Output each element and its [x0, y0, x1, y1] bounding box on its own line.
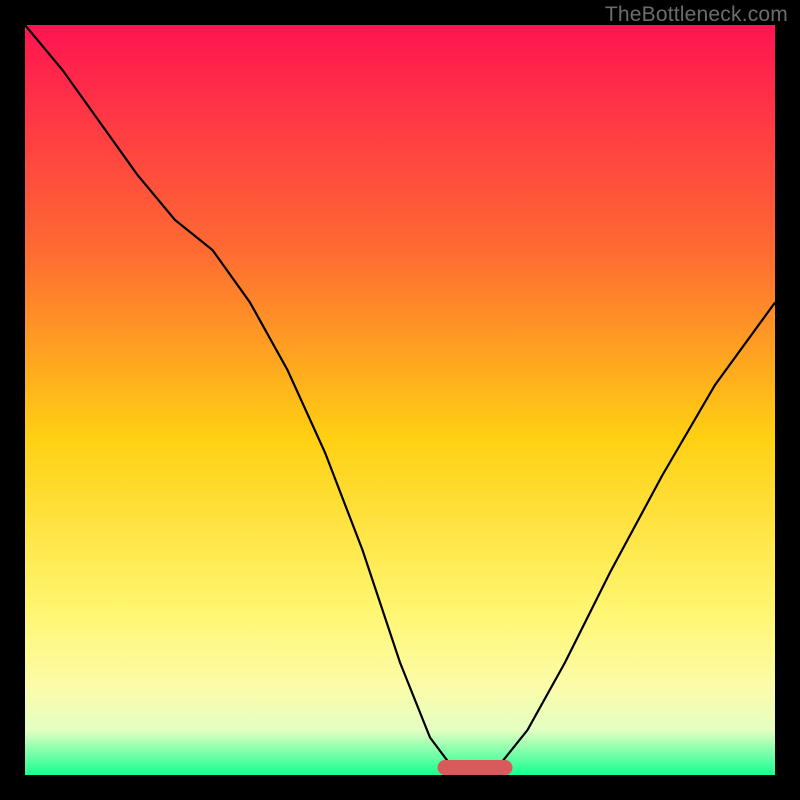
- plot-area: [25, 25, 775, 775]
- optimal-zone-marker: [438, 760, 513, 775]
- watermark-text: TheBottleneck.com: [605, 3, 788, 27]
- chart-svg: [25, 25, 775, 775]
- chart-frame: TheBottleneck.com: [0, 0, 800, 800]
